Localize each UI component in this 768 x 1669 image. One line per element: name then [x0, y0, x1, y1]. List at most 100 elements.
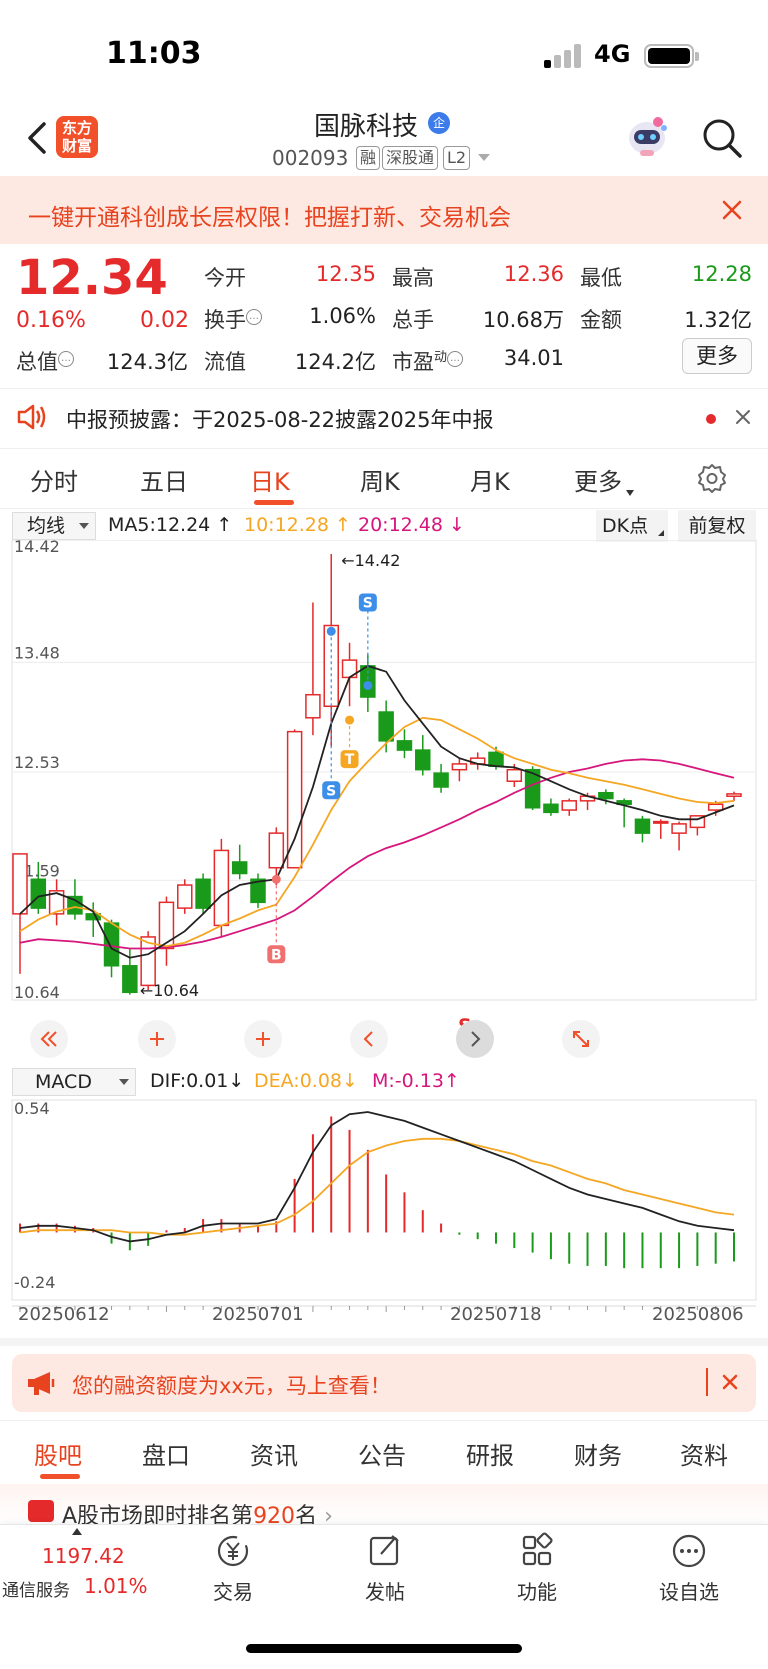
adjust-mode-button[interactable]: 前复权: [678, 510, 756, 542]
stock-name: 国脉科技: [314, 112, 419, 142]
ma5-line: [19, 664, 735, 959]
pan-left-button[interactable]: [350, 1020, 388, 1058]
ma5-value: MA5:12.24 ↑: [108, 514, 232, 536]
chevron-right-icon: [471, 1031, 481, 1047]
tag-connect: 深股通: [382, 146, 439, 170]
status-time: 11:03: [106, 36, 202, 71]
back-button[interactable]: [22, 118, 52, 158]
quote-value-high: 12.36: [503, 262, 564, 286]
tab-more[interactable]: 更多: [574, 462, 634, 497]
quote-value-volume: 10.68万: [482, 308, 564, 332]
quote-label-low: 最低: [580, 266, 622, 290]
candle: [415, 735, 431, 776]
promo-text[interactable]: 一键开通科创成长层权限！把握打新、交易机会: [28, 198, 511, 232]
megaphone-icon: [26, 1370, 58, 1396]
arrow-down-icon: ↓: [342, 1070, 358, 1092]
home-indicator[interactable]: [246, 1644, 522, 1653]
tab-five-day[interactable]: 五日: [140, 462, 188, 497]
turnover-label-text: 换手: [204, 308, 246, 332]
tab-weekly-k[interactable]: 周K: [360, 462, 400, 497]
more-quote-button[interactable]: 更多: [682, 338, 752, 374]
dk-point-button[interactable]: DK点: [596, 510, 668, 542]
market-cap-label-text: 总值: [16, 350, 58, 374]
candle: [250, 873, 266, 909]
arrow-down-icon: ↓: [228, 1070, 245, 1092]
indicator-select[interactable]: 均线: [12, 512, 96, 540]
features-button[interactable]: 功能: [492, 1532, 582, 1605]
financing-close-button[interactable]: [720, 1372, 740, 1392]
sector-index-value[interactable]: 1197.42: [42, 1544, 125, 1568]
assistant-robot-icon[interactable]: [624, 114, 670, 158]
high-annotation: ←14.42: [341, 551, 400, 570]
sell-signal-2-dot: [326, 626, 336, 636]
date-label-3: 20250718: [450, 1304, 542, 1325]
info-icon[interactable]: …: [58, 351, 74, 367]
tab-profile[interactable]: 资料: [680, 1436, 728, 1471]
sell-signal-text: S: [363, 595, 373, 611]
zoom-in-button-2[interactable]: [244, 1020, 282, 1058]
candle-body: [671, 823, 687, 834]
candle-body: [561, 800, 577, 811]
search-button[interactable]: [700, 116, 744, 160]
yen-exchange-icon: [217, 1535, 249, 1567]
y-tick-label: 10.64: [14, 983, 60, 1002]
tab-intraday[interactable]: 分时: [30, 462, 78, 497]
trade-label: 交易: [213, 1580, 253, 1604]
candle: [378, 700, 394, 753]
stock-code: 002093: [272, 146, 349, 170]
fullscreen-button[interactable]: [562, 1020, 600, 1058]
quote-label-pe: 市盈动…: [392, 346, 464, 376]
tab-announcements[interactable]: 公告: [358, 1436, 406, 1471]
quote-label-high: 最高: [392, 266, 434, 290]
sell-signal-2-text: S: [326, 783, 336, 799]
candle-body: [213, 849, 230, 927]
post-button[interactable]: 发帖: [340, 1532, 430, 1605]
info-icon[interactable]: …: [447, 351, 464, 367]
double-chevron-left-icon: [40, 1031, 57, 1047]
candle-body: [653, 820, 669, 824]
expand-icon: [573, 1031, 589, 1047]
candle-body: [268, 832, 285, 869]
tab-orderbook[interactable]: 盘口: [142, 1436, 190, 1471]
quote-label-market-cap: 总值…: [16, 346, 74, 376]
candle: [48, 879, 65, 926]
promo-close-button[interactable]: [718, 196, 746, 224]
zoom-out-button[interactable]: [30, 1020, 68, 1058]
pan-right-button[interactable]: [456, 1020, 494, 1058]
candle-body: [177, 884, 193, 909]
sector-change[interactable]: 1.01%: [84, 1574, 148, 1598]
tab-forum[interactable]: 股吧: [34, 1436, 82, 1471]
active-tab-indicator: [254, 500, 294, 505]
app-logo[interactable]: 东方 财富: [56, 116, 98, 158]
last-price: 12.34: [16, 250, 168, 306]
candle: [213, 838, 230, 937]
enterprise-badge: 企: [428, 112, 450, 134]
quote-value-amount: 1.32亿: [684, 308, 752, 332]
kline-chart[interactable]: 14.4213.4812.5311.5910.64←14.42←10.64SST…: [0, 540, 768, 1330]
tab-monthly-k[interactable]: 月K: [470, 462, 510, 497]
zoom-in-button-1[interactable]: [138, 1020, 176, 1058]
chevron-down-icon[interactable]: [478, 154, 490, 161]
sector-name[interactable]: 通信服务: [2, 1576, 70, 1601]
tab-more-label: 更多: [574, 468, 622, 496]
quote-value-low: 12.28: [691, 262, 752, 286]
arrow-down-icon: ↓: [449, 514, 465, 536]
add-watchlist-button[interactable]: 设自选: [644, 1532, 734, 1605]
caret-icon: [626, 490, 634, 496]
tab-financials[interactable]: 财务: [574, 1436, 622, 1471]
chart-settings-button[interactable]: [696, 462, 728, 494]
logo-line-1: 东方: [61, 119, 92, 137]
notice-close-button[interactable]: [732, 406, 754, 428]
notice-text[interactable]: 中报预披露：于2025-08-22披露2025年中报: [66, 404, 493, 434]
sub-indicator-select[interactable]: MACD: [12, 1068, 136, 1096]
triangle-up-icon: [72, 1528, 82, 1535]
tab-daily-k[interactable]: 日K: [250, 462, 290, 497]
financing-text[interactable]: 您的融资额度为xx元，马上查看！: [72, 1370, 391, 1400]
info-icon[interactable]: …: [246, 309, 262, 325]
macd-plot-frame: [11, 1099, 757, 1301]
pe-label-text: 市盈: [392, 350, 434, 374]
close-icon: [722, 1374, 738, 1390]
tab-research[interactable]: 研报: [466, 1436, 514, 1471]
trade-button[interactable]: 交易: [188, 1532, 278, 1605]
tab-news[interactable]: 资讯: [250, 1436, 298, 1471]
